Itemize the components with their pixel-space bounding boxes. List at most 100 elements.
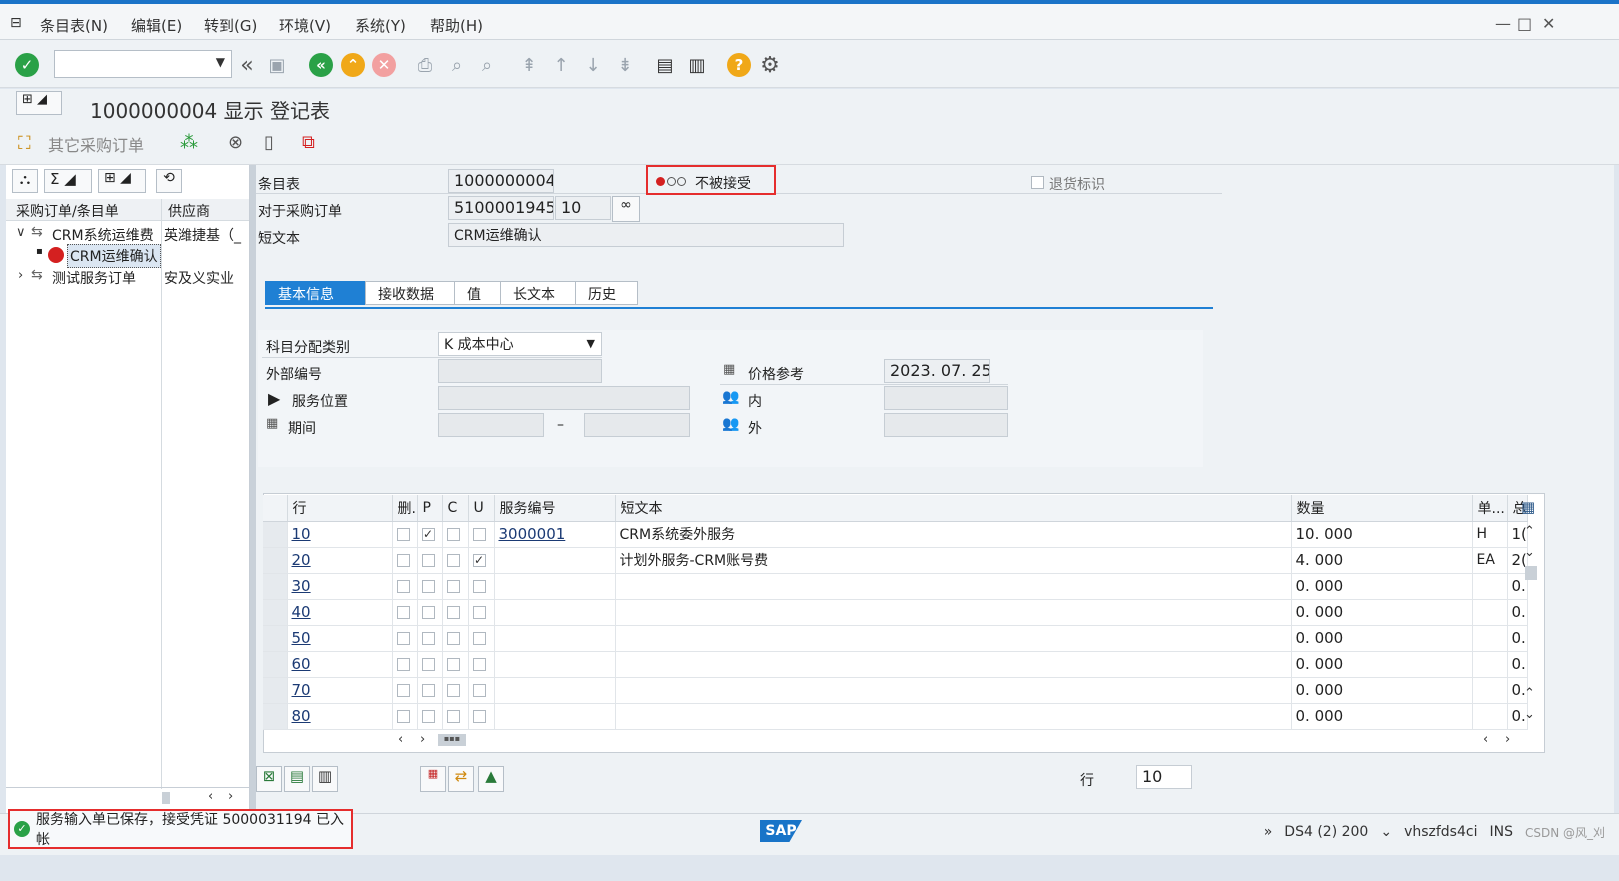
next-page-icon[interactable]: ↓ — [580, 52, 606, 78]
table-row[interactable]: 10 ✓ 3000001 CRM系统委外服务 10. 000 H 1( — [263, 521, 1528, 548]
total[interactable]: 0. — [1507, 651, 1528, 678]
tree-row-po-1[interactable]: ∨ ⇆ CRM系统运维费 英潍捷基（_ — [6, 223, 249, 245]
first-page-icon[interactable]: ⇞ — [516, 52, 542, 78]
delete-checkbox[interactable] — [396, 554, 410, 567]
maximize-icon[interactable]: □ — [1517, 14, 1532, 33]
save-icon[interactable]: ▣ — [264, 52, 290, 78]
menu-icon[interactable]: ⊟ — [10, 15, 22, 31]
horizontal-scroll-thumb[interactable] — [162, 792, 170, 804]
entry-sheet-field[interactable]: 1000000004 — [448, 169, 554, 193]
col-delete[interactable]: 删. — [392, 495, 418, 522]
glasses-icon[interactable]: ⊗ — [228, 132, 243, 153]
last-page-icon[interactable]: ⇟ — [612, 52, 638, 78]
delete-checkbox[interactable] — [396, 580, 410, 593]
p-checkbox[interactable] — [421, 658, 435, 671]
chevron-down-icon[interactable]: ▼ — [216, 55, 225, 69]
delete-checkbox[interactable] — [396, 710, 410, 723]
row-selector[interactable] — [263, 573, 288, 600]
c-checkbox[interactable] — [446, 632, 460, 645]
row-selector[interactable] — [263, 677, 288, 704]
unit[interactable] — [1472, 625, 1508, 652]
exit-icon[interactable]: ⌃ — [340, 52, 366, 78]
table-row[interactable]: 40 0. 000 0. — [263, 599, 1528, 626]
service-number[interactable] — [494, 573, 616, 600]
scroll-right-icon[interactable]: › — [1505, 732, 1510, 747]
command-field[interactable]: ▼ — [54, 50, 232, 78]
unit[interactable]: EA — [1472, 547, 1508, 574]
u-checkbox[interactable] — [472, 580, 486, 593]
p-checkbox[interactable]: ✓ — [421, 528, 435, 541]
new-session-icon[interactable]: ▤ — [652, 52, 678, 78]
line-number[interactable]: 70 — [287, 677, 393, 704]
menu-goto[interactable]: 转到(G) — [204, 15, 257, 36]
other-po-button[interactable]: 其它采购订单 — [48, 132, 144, 156]
period-from-field[interactable] — [438, 413, 544, 437]
u-checkbox[interactable] — [472, 606, 486, 619]
u-checkbox[interactable] — [472, 658, 486, 671]
scroll-page-down-icon[interactable]: ⌄ — [1524, 707, 1535, 722]
c-checkbox[interactable] — [446, 658, 460, 671]
tab-receipt-data[interactable]: 接收数据 — [365, 281, 455, 305]
line-number[interactable]: 30 — [287, 573, 393, 600]
print-icon[interactable]: ⎙ — [412, 52, 438, 78]
line-number[interactable]: 40 — [287, 599, 393, 626]
collapse-icon[interactable]: « — [234, 52, 260, 78]
status-message[interactable]: ✓ 服务输入单已保存，接受凭证 5000031194 已入帐 — [8, 809, 353, 849]
table-row[interactable]: 50 0. 000 0. — [263, 625, 1528, 652]
row-selector[interactable] — [263, 625, 288, 652]
menu-entry-sheet[interactable]: 条目表(N) — [40, 15, 108, 36]
scroll-right-icon[interactable]: › — [228, 789, 233, 804]
col-service-number[interactable]: 服务编号 — [494, 495, 616, 522]
scroll-page-up-icon[interactable]: ⌃ — [1524, 686, 1535, 701]
service-number[interactable] — [494, 547, 616, 574]
back-icon[interactable]: « — [308, 52, 334, 78]
tab-history[interactable]: 历史 — [575, 281, 638, 305]
short-text[interactable] — [615, 573, 1292, 600]
col-short-text[interactable]: 短文本 — [615, 495, 1292, 522]
p-checkbox[interactable] — [421, 632, 435, 645]
c-checkbox[interactable] — [446, 580, 460, 593]
total[interactable]: 0. — [1507, 599, 1528, 626]
u-checkbox[interactable] — [472, 710, 486, 723]
short-text[interactable]: CRM系统委外服务 — [615, 521, 1292, 548]
tree-row-entry-sheet[interactable]: ▪ CRM运维确认 — [6, 244, 249, 268]
short-text[interactable] — [615, 677, 1292, 704]
col-c[interactable]: C — [442, 495, 469, 522]
quantity[interactable]: 0. 000 — [1291, 599, 1473, 626]
scroll-left-icon[interactable]: ‹ — [208, 789, 213, 804]
scroll-left-icon[interactable]: ‹ — [1483, 732, 1488, 747]
table-row[interactable]: 80 0. 000 0. — [263, 703, 1528, 730]
row-selector[interactable] — [263, 547, 288, 574]
chevron-down-icon[interactable]: ▼ — [587, 337, 595, 350]
c-checkbox[interactable] — [446, 606, 460, 619]
cancel-icon[interactable]: ✕ — [371, 52, 397, 78]
delete-checkbox[interactable] — [396, 658, 410, 671]
acct-assignment-select[interactable]: K 成本中心 ▼ — [438, 332, 602, 356]
row-selector-header[interactable] — [263, 495, 288, 522]
help-icon[interactable]: ? — [726, 52, 752, 78]
short-text[interactable] — [615, 599, 1292, 626]
service-number[interactable] — [494, 599, 616, 626]
c-checkbox[interactable] — [446, 554, 460, 567]
period-to-field[interactable] — [584, 413, 690, 437]
service-number[interactable]: 3000001 — [494, 521, 616, 548]
select-all-icon[interactable]: ⊠ — [256, 766, 282, 792]
c-checkbox[interactable] — [446, 684, 460, 697]
table-row[interactable]: 30 0. 000 0. — [263, 573, 1528, 600]
short-text[interactable] — [615, 625, 1292, 652]
unit[interactable] — [1472, 703, 1508, 730]
expand-down-icon[interactable]: ∨ — [16, 225, 26, 240]
service-number[interactable] — [494, 651, 616, 678]
line-number[interactable]: 80 — [287, 703, 393, 730]
total[interactable]: 0. — [1507, 625, 1528, 652]
line-number[interactable]: 60 — [287, 651, 393, 678]
select-block-icon[interactable]: ▤ — [284, 766, 310, 792]
u-checkbox[interactable]: ✓ — [472, 554, 486, 567]
scroll-left-icon[interactable]: ‹ — [398, 732, 403, 747]
table-row[interactable]: 60 0. 000 0. — [263, 651, 1528, 678]
u-checkbox[interactable] — [472, 528, 486, 541]
tree-row-po-2[interactable]: › ⇆ 测试服务订单 安及义实业 — [6, 266, 249, 288]
chart-icon[interactable]: ▲ — [478, 766, 504, 792]
unit[interactable] — [1472, 677, 1508, 704]
col-quantity[interactable]: 数量 — [1291, 495, 1473, 522]
